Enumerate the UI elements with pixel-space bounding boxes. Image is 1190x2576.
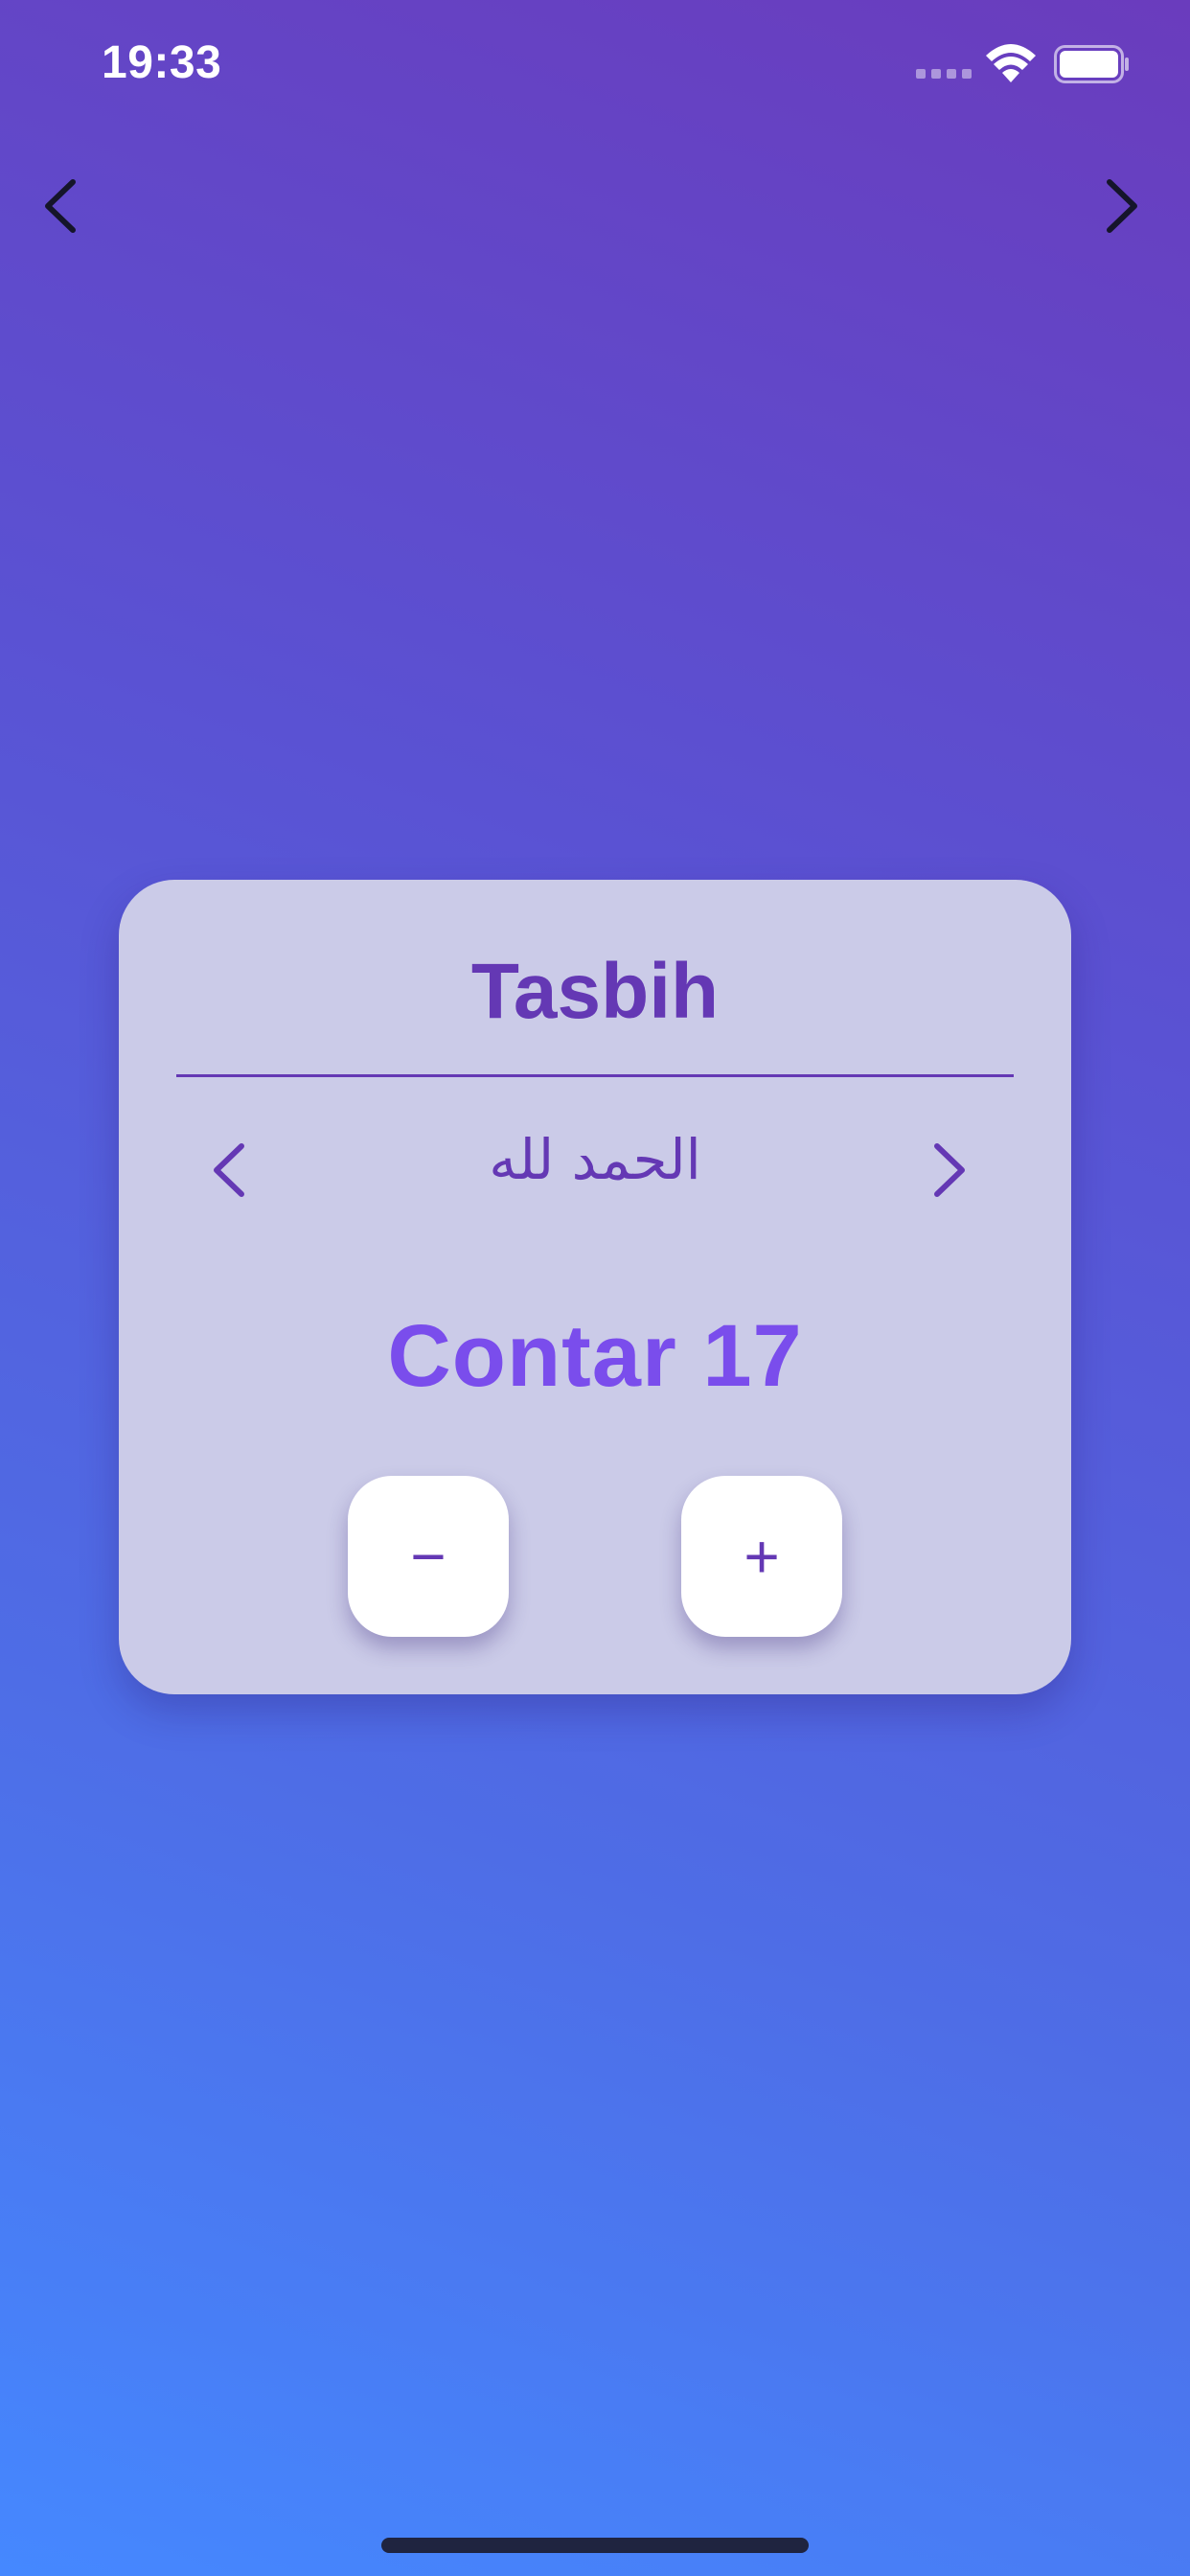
card-title: Tasbih	[470, 948, 720, 1035]
phrase-next-chevron-right-icon[interactable]	[924, 1137, 972, 1204]
count-display: Contar 17	[387, 1307, 803, 1405]
cellular-signal-icon	[916, 69, 972, 79]
tasbih-card: Tasbih الحمد لله Contar 17 − +	[119, 880, 1071, 1694]
status-time: 19:33	[102, 37, 222, 88]
battery-icon	[1054, 45, 1129, 83]
title-divider	[176, 1074, 1014, 1077]
nav-next-chevron-right-icon[interactable]	[1096, 172, 1144, 240]
wifi-icon	[986, 44, 1036, 82]
decrement-button[interactable]: −	[348, 1476, 509, 1637]
home-indicator[interactable]	[381, 2538, 809, 2553]
increment-button[interactable]: +	[681, 1476, 842, 1637]
phrase-prev-chevron-left-icon[interactable]	[207, 1137, 255, 1204]
plus-icon: +	[744, 1522, 780, 1591]
status-bar: 19:33	[0, 0, 1190, 125]
dhikr-phrase: الحمد لله	[489, 1127, 701, 1192]
nav-prev-chevron-left-icon[interactable]	[38, 172, 86, 240]
minus-icon: −	[410, 1522, 446, 1591]
